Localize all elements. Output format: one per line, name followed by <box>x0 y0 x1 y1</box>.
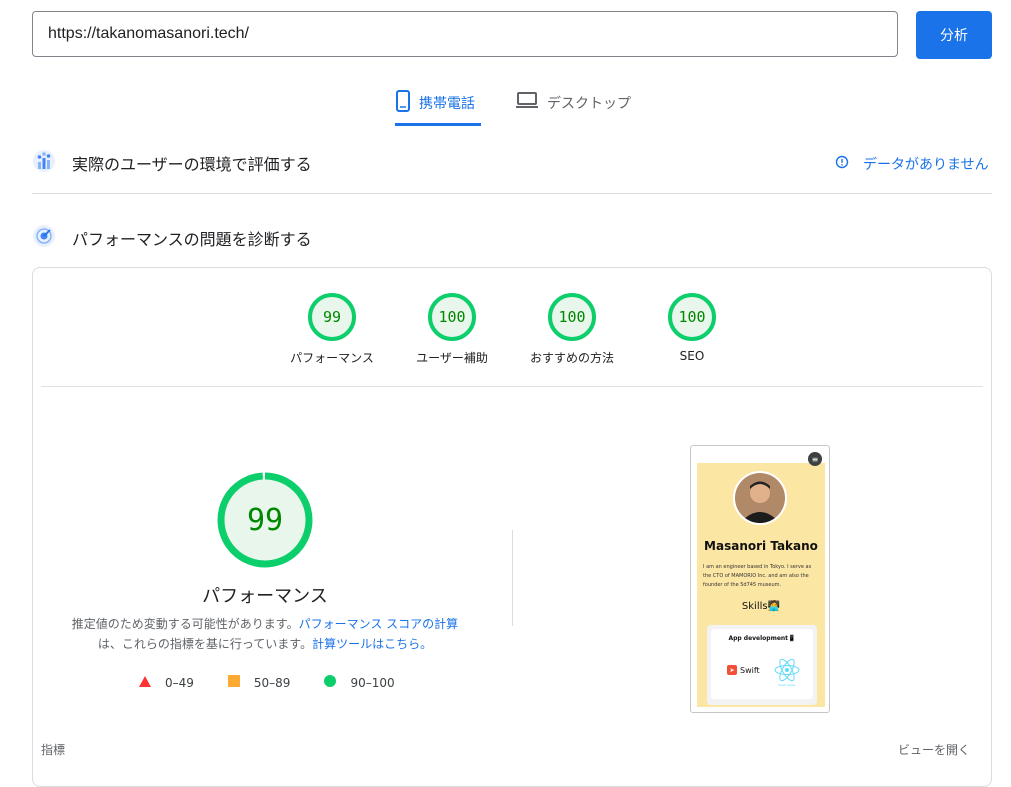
tab-mobile-label: 携帯電話 <box>419 96 475 112</box>
score-description: 推定値のため変動する可能性があります。パフォーマンス スコアの計算 は、これらの… <box>53 614 477 654</box>
gauge-label: SEO <box>679 349 705 363</box>
react-native-label: React Native <box>778 683 796 687</box>
square-icon <box>227 675 240 690</box>
tab-desktop[interactable]: デスクトップ <box>515 88 631 126</box>
description-text: は、これらの指標を基に行っています。 <box>97 637 313 651</box>
page-screenshot[interactable]: Masanori Takano I am an engineer based i… <box>690 445 830 713</box>
gauge-accessibility[interactable]: 100 ユーザー補助 <box>402 293 502 366</box>
score-ring: 100 <box>428 293 476 341</box>
preview-swift: ➤ Swift <box>727 665 760 675</box>
laptop-icon <box>515 90 539 114</box>
legend-pass: 90–100 <box>324 675 395 690</box>
preview-name: Masanori Takano <box>704 539 818 553</box>
metrics-label: 指標 <box>41 743 66 757</box>
no-data-link[interactable]: データがありません <box>835 154 989 174</box>
tab-mobile[interactable]: 携帯電話 <box>395 88 481 126</box>
performance-gauge: 99 <box>217 472 313 568</box>
field-data-title: 実際のユーザーの環境で評価する <box>72 155 312 174</box>
score-calc-link[interactable]: パフォーマンス スコアの計算 <box>299 617 459 631</box>
swift-icon: ➤ <box>727 665 737 675</box>
screenshot-content: Masanori Takano I am an engineer based i… <box>697 463 825 707</box>
report-card: 99 パフォーマンス 100 ユーザー補助 100 おすすめの方法 100 SE… <box>32 267 992 787</box>
score-ring: 100 <box>668 293 716 341</box>
legend-label: 50–89 <box>253 675 291 690</box>
triangle-icon <box>139 675 151 690</box>
legend-label: 90–100 <box>350 675 395 690</box>
diagnose-icon <box>32 223 56 253</box>
preview-bio: I am an engineer based in Tokyo. I serve… <box>703 564 812 588</box>
menu-icon: ≡ <box>808 452 822 466</box>
gauge-performance[interactable]: 99 パフォーマンス <box>282 293 382 366</box>
circle-icon <box>324 675 337 690</box>
card-divider <box>41 386 983 387</box>
description-text: 推定値のため変動する可能性があります。 <box>71 617 299 631</box>
expand-view-toggle[interactable]: ビューを開く <box>898 741 970 758</box>
gauge-seo[interactable]: 100 SEO <box>642 293 742 363</box>
analyze-button[interactable]: 分析 <box>916 11 992 59</box>
performance-title: パフォーマンス <box>202 586 328 607</box>
calculator-link[interactable]: 計算ツールはこちら。 <box>312 637 432 651</box>
performance-score: 99 <box>246 502 284 538</box>
vertical-divider <box>512 530 513 626</box>
legend-average: 50–89 <box>227 675 291 690</box>
preview-app-dev: App development📱 <box>728 635 796 642</box>
no-data-label: データがありません <box>863 157 989 173</box>
preview-skill-inner: App development📱 ➤ Swift React Native <box>711 629 813 699</box>
gauge-best-practices[interactable]: 100 おすすめの方法 <box>522 293 622 366</box>
field-data-icon <box>32 148 56 178</box>
swift-label: Swift <box>740 665 760 675</box>
score-legend: 0–49 50–89 90–100 <box>139 675 429 690</box>
gauge-label: ユーザー補助 <box>416 351 488 365</box>
info-icon <box>835 155 849 173</box>
section-divider <box>32 193 992 194</box>
legend-label: 0–49 <box>165 675 194 690</box>
tab-desktop-label: デスクトップ <box>547 96 631 112</box>
gauge-label: おすすめの方法 <box>529 351 614 365</box>
diagnose-section: パフォーマンスの問題を診断する <box>32 225 992 251</box>
score-ring: 100 <box>548 293 596 341</box>
preview-skills: Skills🧑‍💻 <box>741 601 781 612</box>
legend-fail: 0–49 <box>139 675 194 690</box>
diagnose-title: パフォーマンスの問題を診断する <box>72 230 312 249</box>
avatar <box>733 471 787 525</box>
gauge-label: パフォーマンス <box>290 351 374 365</box>
url-input[interactable] <box>32 11 898 57</box>
preview-skill-card: App development📱 ➤ Swift React Native <box>707 625 817 705</box>
category-gauges: 99 パフォーマンス 100 ユーザー補助 100 おすすめの方法 100 SE… <box>33 268 991 386</box>
smartphone-icon <box>395 90 411 116</box>
score-ring: 99 <box>308 293 356 341</box>
react-native-logo: React Native <box>773 657 801 691</box>
